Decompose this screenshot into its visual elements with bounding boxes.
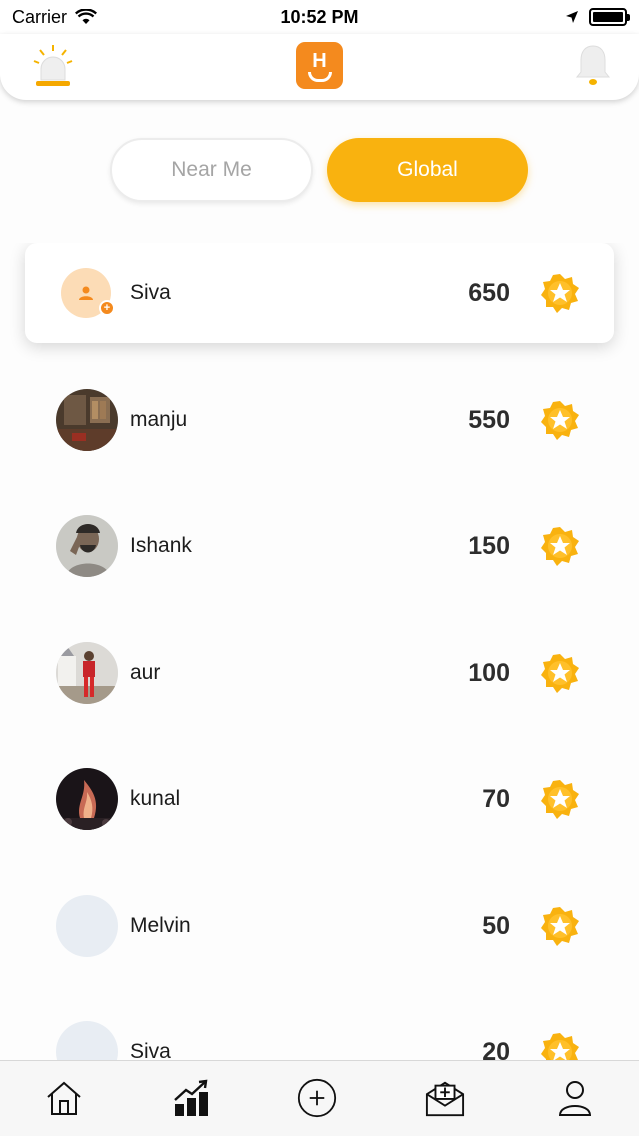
tab-global[interactable]: Global: [327, 138, 528, 202]
siren-icon: [33, 45, 73, 86]
user-name: Melvin: [130, 914, 191, 937]
status-bar: Carrier 10:52 PM: [0, 0, 639, 34]
app-logo[interactable]: H: [296, 42, 343, 89]
user-points: 650: [468, 278, 510, 307]
bottom-tab-bar: [0, 1060, 639, 1136]
app-header: H: [0, 34, 639, 100]
leaderboard-row[interactable]: Ishank 150: [25, 496, 614, 596]
envelope-icon: [425, 1081, 465, 1117]
tab-leaderboard[interactable]: [172, 1078, 212, 1118]
tab-profile[interactable]: [555, 1078, 595, 1118]
avatar: [56, 389, 118, 451]
tab-near-me[interactable]: Near Me: [110, 138, 313, 202]
leaderboard-row[interactable]: kunal 70: [25, 749, 614, 849]
avatar: [56, 515, 118, 577]
battery-icon: [589, 8, 630, 26]
user-name: Ishank: [130, 534, 192, 557]
home-icon: [47, 1081, 81, 1115]
profile-icon: [558, 1081, 592, 1116]
user-name: kunal: [130, 787, 181, 810]
logo-letter: H: [312, 50, 327, 72]
avatar: [56, 1021, 118, 1060]
avatar: [56, 642, 118, 704]
leaderboard-row[interactable]: aur 100: [25, 623, 614, 723]
logo-smile: [307, 72, 332, 82]
user-name: Siva: [130, 1040, 171, 1060]
user-points: 20: [482, 1037, 510, 1061]
placeholder-user-icon: [79, 286, 93, 300]
coin-icon: [541, 780, 579, 819]
carrier-label: Carrier: [12, 6, 68, 27]
avatar: [56, 768, 118, 830]
tab-home[interactable]: [44, 1078, 84, 1118]
user-points: 150: [468, 531, 510, 560]
bell-icon: [575, 45, 611, 85]
coin-icon: [541, 654, 579, 693]
user-points: 50: [482, 911, 510, 940]
avatar: +: [61, 268, 115, 318]
user-name: aur: [130, 661, 161, 684]
user-name: Siva: [130, 281, 171, 304]
add-icon: [297, 1078, 337, 1118]
user-points: 550: [468, 405, 510, 434]
coin-icon: [541, 1033, 579, 1060]
coin-icon: [541, 527, 579, 566]
user-points: 100: [468, 658, 510, 687]
tab-messages[interactable]: [425, 1078, 465, 1118]
coin-icon: [541, 274, 579, 313]
add-photo-badge[interactable]: +: [99, 300, 115, 316]
leaderboard-row[interactable]: manju 550: [25, 370, 614, 470]
leaderboard-row[interactable]: Siva 20: [25, 1002, 614, 1060]
notifications-button[interactable]: [573, 42, 613, 88]
user-name: manju: [130, 408, 188, 431]
leaderboard-list[interactable]: + Siva 650 manju 550 Ishank 150 aur 100 …: [0, 243, 639, 1060]
siren-button[interactable]: [30, 42, 76, 88]
location-arrow-icon: [566, 11, 578, 23]
coin-icon: [541, 907, 579, 946]
avatar: [56, 895, 118, 957]
wifi-icon: [75, 9, 98, 24]
coin-icon: [541, 401, 579, 440]
tab-add[interactable]: [297, 1078, 337, 1118]
user-points: 70: [482, 784, 510, 813]
leaderboard-row[interactable]: Melvin 50: [25, 876, 614, 976]
leaderboard-row-current-user[interactable]: + Siva 650: [25, 243, 614, 343]
leaderboard-icon: [174, 1079, 208, 1116]
